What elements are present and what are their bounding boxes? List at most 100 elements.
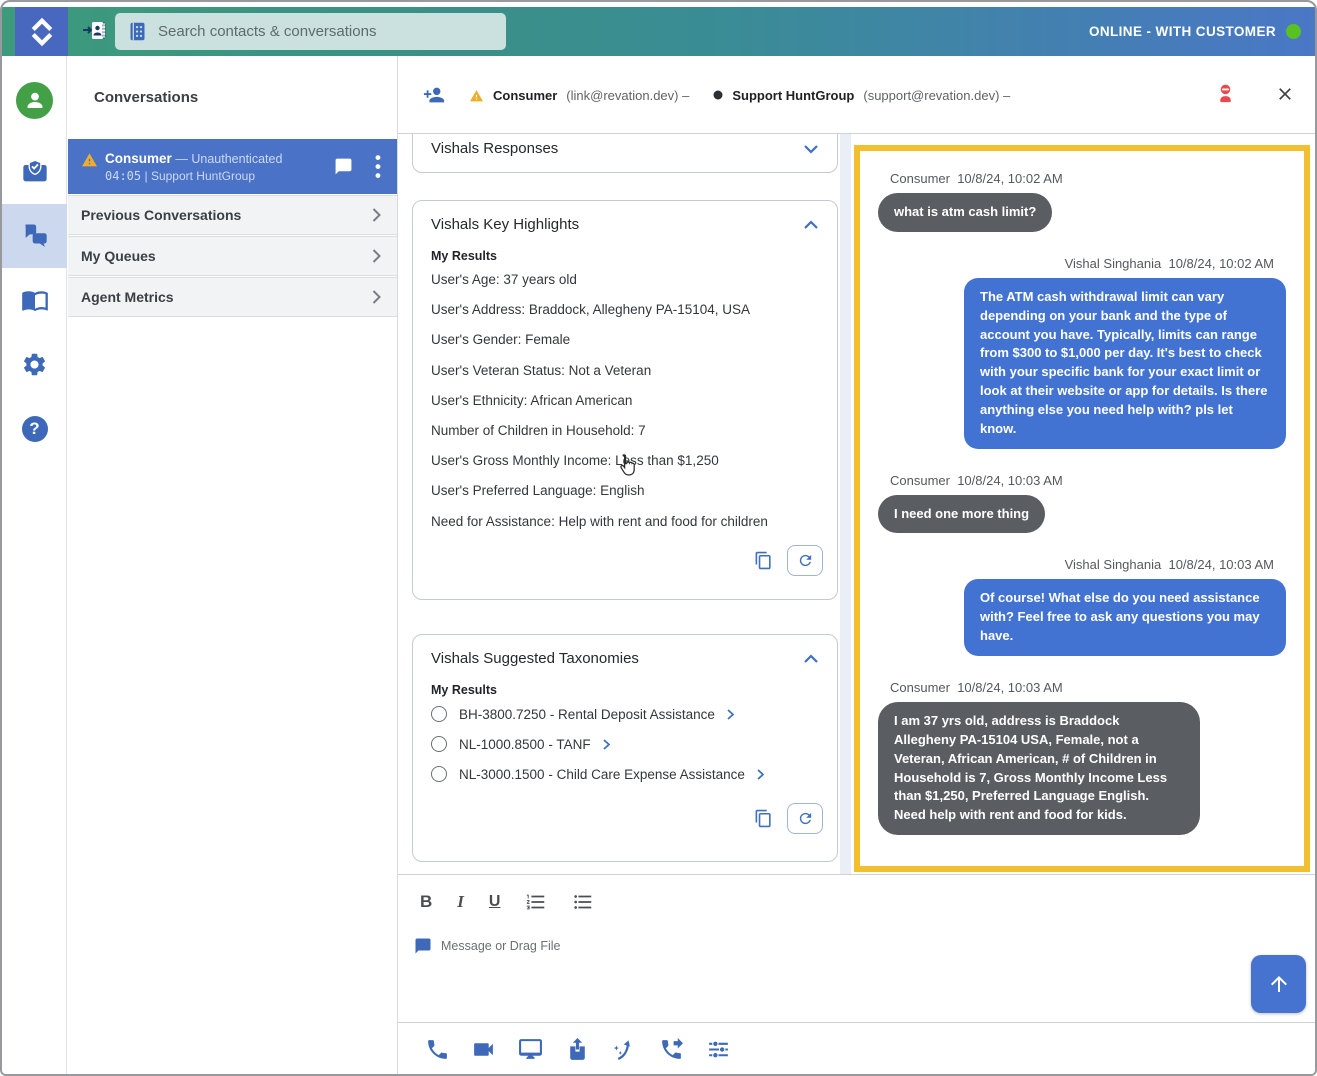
nav-inbox[interactable] [2,149,67,195]
taxonomies-title: Vishals Suggested Taxonomies [431,650,639,667]
highlight-item: User's Preferred Language: English [413,476,837,506]
call-toolbar [398,1022,1315,1074]
highlight-item: User's Veteran Status: Not a Veteran [413,356,837,386]
chevron-up-icon[interactable] [803,654,819,664]
huntgroup-email: (support@revation.dev) – [863,88,1010,103]
radio-button[interactable] [431,766,447,782]
screen-share-button[interactable] [518,1037,543,1062]
message-time: 10/8/24, 10:02 AM [1168,256,1274,271]
nav-knowledge[interactable] [2,277,67,323]
highlight-item: User's Address: Braddock, Allegheny PA-1… [413,295,837,325]
sidebar-item-my-queues[interactable]: My Queues [68,236,397,276]
underline-button[interactable]: U [489,893,501,911]
file-share-button[interactable] [565,1037,590,1062]
huntgroup-name: Support HuntGroup [732,88,854,103]
refresh-button[interactable] [787,545,823,576]
bold-button[interactable]: B [420,892,432,912]
message-input[interactable]: Message or Drag File [414,937,561,955]
refresh-button[interactable] [787,803,823,834]
call-transfer-button[interactable] [659,1037,684,1062]
chevron-right-icon[interactable] [603,739,610,750]
consumer-name: Consumer [493,88,557,103]
diamond-logo-icon [27,17,57,47]
arrow-up-icon [1267,972,1291,996]
search-bar[interactable]: Search contacts & conversations [115,13,506,50]
message-placeholder: Message or Drag File [441,939,561,953]
ai-assist-button[interactable] [612,1037,637,1062]
message-sender: Vishal Singhania [1065,557,1162,572]
message-time: 10/8/24, 10:03 AM [1168,557,1274,572]
highlights-subtitle: My Results [413,243,837,265]
conversation-timer: 04:05 [105,169,141,183]
responses-title: Vishals Responses [431,140,558,157]
gear-icon [21,351,48,378]
message-time: 10/8/24, 10:03 AM [957,680,1063,695]
numbered-list-button[interactable] [525,891,547,913]
message-sender: Consumer [890,171,950,186]
format-toolbar: B I U [420,891,594,913]
highlight-item: User's Age: 37 years old [413,265,837,295]
italic-button[interactable]: I [457,892,464,912]
chat-message: Vishal Singhania 10/8/24, 10:02 AM The A… [878,256,1286,449]
top-bar: Search contacts & conversations ONLINE -… [2,7,1315,56]
radio-button[interactable] [431,706,447,722]
video-call-button[interactable] [471,1037,496,1062]
status-indicator[interactable]: ONLINE - WITH CUSTOMER [1089,7,1301,56]
nav-conversations[interactable] [2,212,67,258]
refresh-icon [797,810,814,827]
conversation-name: Consumer [105,151,172,166]
nav-help[interactable]: ? [2,406,67,452]
chevron-right-icon[interactable] [727,709,734,720]
taxonomy-option[interactable]: NL-3000.1500 - Child Care Expense Assist… [413,759,837,789]
radio-button[interactable] [431,736,447,752]
chat-message: Consumer 10/8/24, 10:02 AM what is atm c… [878,171,1286,232]
copy-icon[interactable] [754,809,773,828]
close-icon[interactable] [1275,84,1295,104]
chat-transcript-panel: Consumer 10/8/24, 10:02 AM what is atm c… [854,145,1310,872]
bullet-list-button[interactable] [572,891,594,913]
refresh-icon [797,552,814,569]
warning-icon [469,89,484,102]
add-person-icon[interactable] [422,84,446,106]
hand-cursor [615,452,639,479]
taxonomy-option[interactable]: NL-1000.8500 - TANF [413,729,837,759]
chevron-right-icon[interactable] [757,769,764,780]
settings-sliders-button[interactable] [706,1037,731,1062]
message-sender: Consumer [890,680,950,695]
more-options-icon[interactable]: ••• [375,153,381,180]
chevron-down-icon[interactable] [803,144,819,154]
phone-call-button[interactable] [425,1037,450,1062]
message-bubble-icon [414,937,432,955]
chat-header: Consumer (link@revation.dev) – Support H… [398,56,1315,134]
taxonomies-subtitle: My Results [413,677,837,699]
message-bubble: I need one more thing [878,495,1045,534]
sidebar-item-agent-metrics[interactable]: Agent Metrics [68,277,397,317]
help-icon: ? [22,416,48,442]
assist-column: Vishals Responses Vishals Key Highlights… [412,134,838,874]
app-logo[interactable] [15,7,68,56]
chat-message: Consumer 10/8/24, 10:03 AM I need one mo… [878,473,1286,534]
copy-icon[interactable] [754,551,773,570]
chevron-up-icon[interactable] [803,220,819,230]
nav-settings[interactable] [2,341,67,387]
chat-bubble-icon[interactable] [334,157,353,176]
scrollbar-track[interactable] [840,134,851,874]
taxonomy-option[interactable]: BH-3800.7250 - Rental Deposit Assistance [413,699,837,729]
panel-title: Conversations [94,89,198,106]
avatar [16,82,53,119]
send-button[interactable] [1251,955,1306,1013]
main-area: Consumer (link@revation.dev) – Support H… [398,56,1315,1074]
block-user-icon[interactable] [1214,82,1237,106]
chevron-right-icon [372,290,381,304]
conversation-item-consumer[interactable]: Consumer — Unauthenticated 04:05 | Suppo… [68,139,397,194]
import-contact-icon[interactable] [81,19,107,48]
profile-avatar[interactable] [2,77,67,123]
presence-dot-icon [713,90,723,100]
highlight-item: Number of Children in Household: 7 [413,416,837,446]
separator: | [144,169,147,183]
chat-bubbles-icon [21,221,49,249]
warning-icon [81,152,98,167]
sidebar-item-previous-conversations[interactable]: Previous Conversations [68,195,397,235]
highlight-item: User's Gender: Female [413,325,837,355]
highlight-item: User's Ethnicity: African American [413,386,837,416]
